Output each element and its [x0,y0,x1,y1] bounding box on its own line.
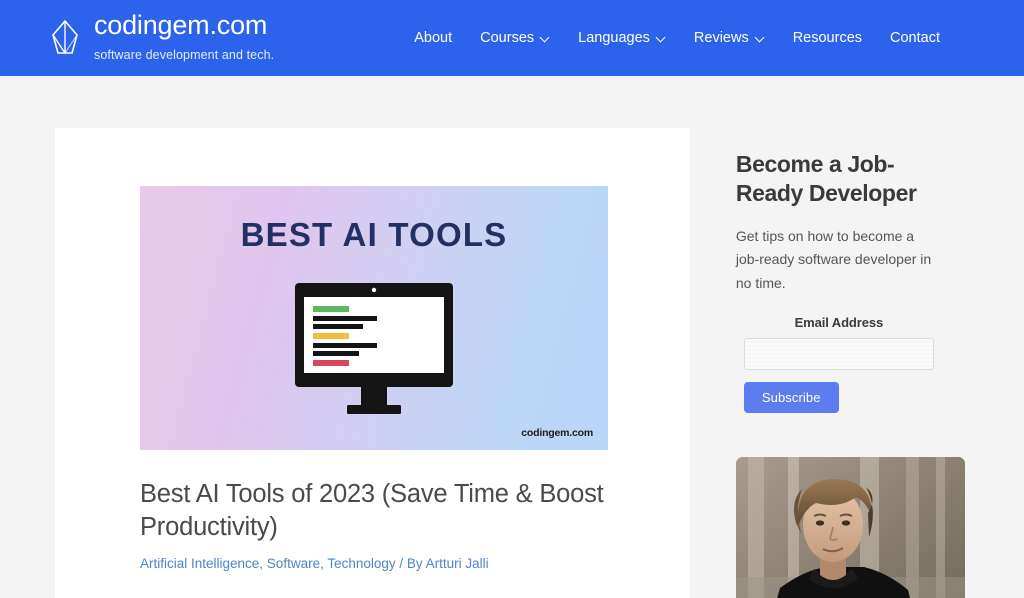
nav-item-resources[interactable]: Resources [779,25,876,52]
nav-label: Courses [480,29,535,46]
nav-label: Languages [578,29,650,46]
nav-label: Contact [890,29,940,46]
nav-label: Reviews [693,29,749,46]
nav-item-courses[interactable]: Courses [466,25,564,52]
brand-text: codingem.com software development and te… [94,9,275,65]
desktop-monitor-icon [295,283,453,420]
optin-form: Email Address Subscribe [736,315,1006,414]
site-header: codingem.com software development and te… [0,0,1024,76]
site-title: codingem.com [94,9,268,40]
subscribe-button[interactable]: Subscribe [743,382,839,414]
nav-label: About [414,29,453,46]
email-input[interactable] [743,338,934,371]
post-title[interactable]: Best AI Tools of 2023 (Save Time & Boost… [140,478,605,543]
post-meta-line[interactable]: Artificial Intelligence, Software, Techn… [140,556,489,571]
site-brand[interactable]: codingem.com software development and te… [48,9,275,65]
chevron-down-icon [756,33,765,42]
featured-image-headline: BEST AI TOOLS [240,216,508,253]
post-excerpt: In the past year or so, I've used a ton … [140,595,605,598]
chevron-down-icon [657,33,666,42]
email-field-label: Email Address [794,315,884,331]
widget-optin: Become a Job-Ready Developer Get tips on… [735,150,1024,414]
sidebar: Become a Job-Ready Developer Get tips on… [735,128,1024,598]
post-meta: Artificial Intelligence, Software, Techn… [140,554,605,574]
nav-item-contact[interactable]: Contact [876,25,954,52]
site-tagline: software development and tech. [94,48,275,63]
optin-description: Get tips on how to become a job-ready so… [735,227,932,291]
post-article: BEST AI TOOLS codingem.com Best AI Tools… [55,186,690,598]
featured-image-watermark: codingem.com [521,427,593,439]
chevron-down-icon [541,33,550,42]
page-body: BEST AI TOOLS codingem.com Best AI Tools… [0,76,1024,598]
author-portrait-image [735,457,965,598]
optin-heading: Become a Job-Ready Developer [735,151,917,207]
main-content: BEST AI TOOLS codingem.com Best AI Tools… [55,128,690,598]
post-featured-image[interactable]: BEST AI TOOLS codingem.com [140,186,608,450]
nav-label: Resources [792,29,863,46]
main-navigation: About Courses Languages Reviews Resource… [400,25,954,52]
gem-icon [48,18,82,58]
nav-item-about[interactable]: About [400,25,466,52]
nav-item-reviews[interactable]: Reviews [680,25,779,52]
nav-item-languages[interactable]: Languages [564,25,680,52]
